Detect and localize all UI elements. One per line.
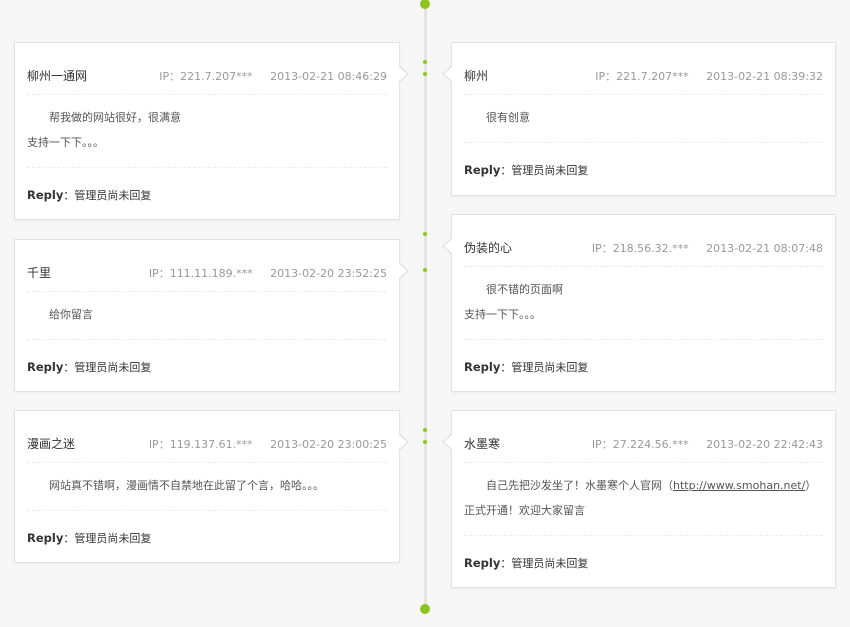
- message-header: 水墨寒 IP：27.224.56.*** 2013-02-20 22:42:43: [464, 425, 823, 463]
- message-card: 千里 IP：111.11.189.*** 2013-02-20 23:52:25…: [14, 239, 409, 394]
- message-line: 支持一下下。。。: [27, 136, 104, 149]
- card-pointer: [398, 262, 409, 280]
- timestamp: 2013-02-21 08:39:32: [706, 69, 823, 83]
- reply-text: ：管理员尚未回复: [63, 189, 152, 202]
- message-meta: IP：27.224.56.*** 2013-02-20 22:42:43: [592, 436, 823, 452]
- timestamp: 2013-02-21 08:07:48: [706, 241, 823, 255]
- message-text: 自己先把沙发坐了！水墨寒个人官网（: [486, 479, 673, 492]
- ip-address: IP：119.137.61.***: [148, 437, 253, 451]
- author-name: 漫画之迷: [27, 437, 76, 451]
- message-meta: IP：221.7.207*** 2013-02-21 08:46:29: [159, 68, 387, 84]
- timeline-dot: [423, 72, 427, 76]
- ip-address: IP：221.7.207***: [595, 69, 689, 83]
- message-body: 很不错的页面啊 支持一下下。。。: [464, 267, 823, 340]
- reply-label: Reply: [27, 188, 64, 202]
- reply-label: Reply: [27, 360, 64, 374]
- reply-row: Reply：管理员尚未回复: [27, 511, 387, 565]
- card-pointer: [442, 65, 453, 83]
- card-pointer: [398, 433, 409, 451]
- message-body: 给你留言: [27, 292, 387, 340]
- author-name: 柳州一通网: [27, 69, 88, 83]
- timestamp: 2013-02-20 23:52:25: [270, 266, 387, 280]
- reply-text: ：管理员尚未回复: [500, 361, 589, 374]
- message-meta: IP：111.11.189.*** 2013-02-20 23:52:25: [149, 265, 387, 281]
- message-body: 帮我做的网站很好，很满意 支持一下下。。。: [27, 95, 387, 168]
- message-card: 柳州 IP：221.7.207*** 2013-02-21 08:39:32 很…: [442, 42, 836, 197]
- reply-text: ：管理员尚未回复: [63, 532, 152, 545]
- author-name: 水墨寒: [464, 437, 501, 451]
- message-meta: IP：218.56.32.*** 2013-02-21 08:07:48: [592, 240, 823, 256]
- website-link[interactable]: http://www.smohan.net/: [673, 479, 805, 492]
- timeline-dot: [423, 428, 427, 432]
- reply-row: Reply：管理员尚未回复: [464, 143, 823, 197]
- reply-label: Reply: [464, 163, 501, 177]
- reply-row: Reply：管理员尚未回复: [27, 168, 387, 222]
- message-header: 柳州 IP：221.7.207*** 2013-02-21 08:39:32: [464, 57, 823, 95]
- message-header: 千里 IP：111.11.189.*** 2013-02-20 23:52:25: [27, 254, 387, 292]
- author-name: 千里: [27, 266, 52, 280]
- reply-text: ：管理员尚未回复: [500, 557, 589, 570]
- message-line: 网站真不错啊，漫画情不自禁地在此留了个言，哈哈。。。: [49, 479, 324, 492]
- reply-label: Reply: [464, 556, 501, 570]
- ip-address: IP：27.224.56.***: [591, 437, 689, 451]
- timeline-start-dot: [420, 0, 430, 9]
- author-name: 伪装的心: [464, 241, 513, 255]
- reply-row: Reply：管理员尚未回复: [464, 536, 823, 590]
- message-line: 帮我做的网站很好，很满意: [49, 111, 181, 124]
- ip-address: IP：218.56.32.***: [591, 241, 689, 255]
- message-header: 漫画之迷 IP：119.137.61.*** 2013-02-20 23:00:…: [27, 425, 387, 463]
- timestamp: 2013-02-21 08:46:29: [270, 69, 387, 83]
- message-meta: IP：119.137.61.*** 2013-02-20 23:00:25: [149, 436, 387, 452]
- message-body: 自己先把沙发坐了！水墨寒个人官网（http://www.smohan.net/）…: [464, 463, 823, 536]
- ip-address: IP：111.11.189.***: [148, 266, 253, 280]
- card-pointer: [442, 237, 453, 255]
- timeline-dot: [423, 232, 427, 236]
- timeline-line: [424, 4, 427, 610]
- reply-text: ：管理员尚未回复: [500, 164, 589, 177]
- reply-row: Reply：管理员尚未回复: [464, 340, 823, 394]
- message-line: 很有创意: [486, 111, 530, 124]
- message-body: 网站真不错啊，漫画情不自禁地在此留了个言，哈哈。。。: [27, 463, 387, 511]
- message-line: 支持一下下。。。: [464, 308, 541, 321]
- reply-label: Reply: [464, 360, 501, 374]
- message-card: 水墨寒 IP：27.224.56.*** 2013-02-20 22:42:43…: [442, 410, 836, 590]
- timeline-end-dot: [420, 604, 430, 614]
- message-line: 很不错的页面啊: [486, 283, 563, 296]
- ip-address: IP：221.7.207***: [159, 69, 253, 83]
- card-pointer: [442, 433, 453, 451]
- message-header: 柳州一通网 IP：221.7.207*** 2013-02-21 08:46:2…: [27, 57, 387, 95]
- message-line: 给你留言: [49, 308, 93, 321]
- timeline-dot: [423, 60, 427, 64]
- reply-text: ：管理员尚未回复: [63, 361, 152, 374]
- timestamp: 2013-02-20 23:00:25: [270, 437, 387, 451]
- message-header: 伪装的心 IP：218.56.32.*** 2013-02-21 08:07:4…: [464, 229, 823, 267]
- message-meta: IP：221.7.207*** 2013-02-21 08:39:32: [595, 68, 823, 84]
- timeline-dot: [423, 440, 427, 444]
- reply-row: Reply：管理员尚未回复: [27, 340, 387, 394]
- timestamp: 2013-02-20 22:42:43: [706, 437, 823, 451]
- message-card: 漫画之迷 IP：119.137.61.*** 2013-02-20 23:00:…: [14, 410, 409, 565]
- timeline-dot: [423, 268, 427, 272]
- message-card: 伪装的心 IP：218.56.32.*** 2013-02-21 08:07:4…: [442, 214, 836, 394]
- author-name: 柳州: [464, 69, 489, 83]
- message-body: 很有创意: [464, 95, 823, 143]
- message-line: 自己先把沙发坐了！水墨寒个人官网（http://www.smohan.net/）…: [464, 473, 823, 523]
- message-card: 柳州一通网 IP：221.7.207*** 2013-02-21 08:46:2…: [14, 42, 409, 222]
- card-pointer: [398, 65, 409, 83]
- reply-label: Reply: [27, 531, 64, 545]
